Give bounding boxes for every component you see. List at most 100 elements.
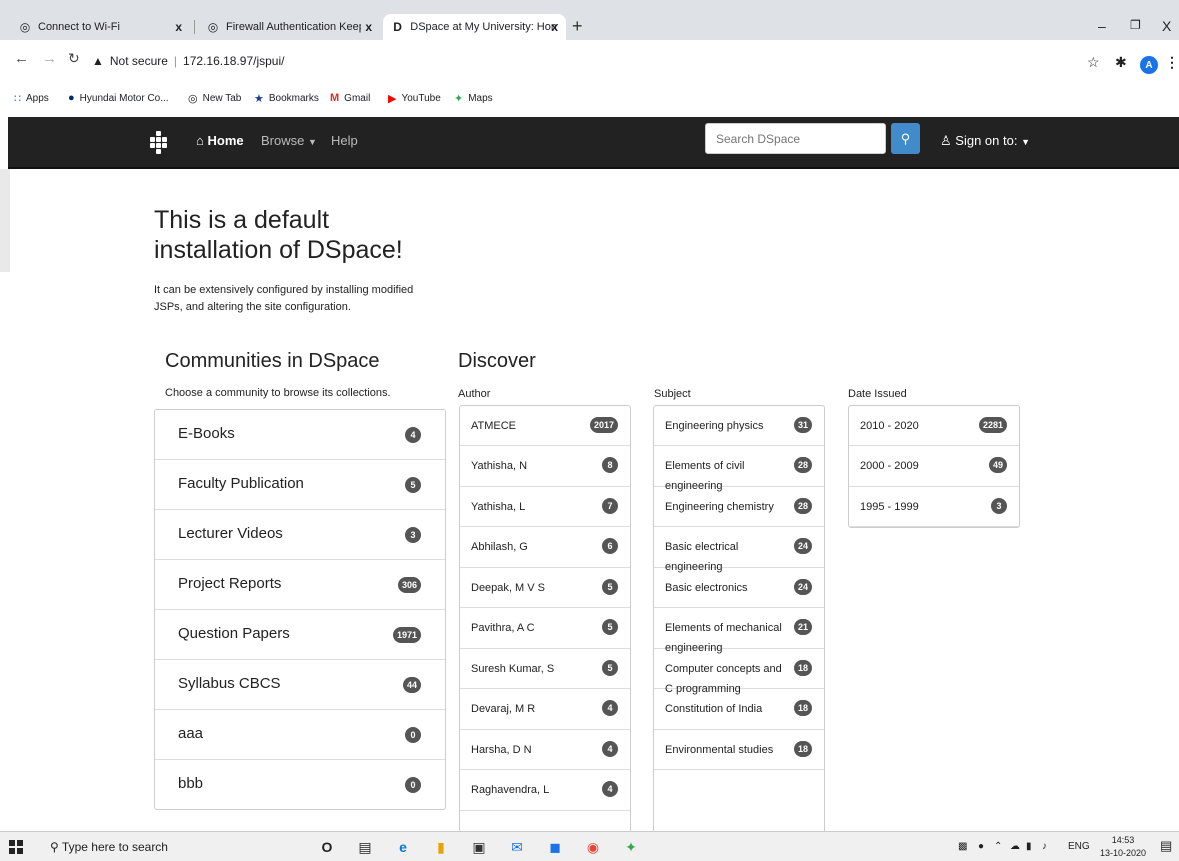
notifications-icon[interactable]: ▤ xyxy=(1160,838,1172,854)
bookmark-hyundai[interactable]: ● Hyundai Motor Co... xyxy=(68,92,169,104)
bookmark-maps[interactable]: ✦ Maps xyxy=(454,92,493,105)
subject-facet-item[interactable]: Elements of mechanical engineering 21 xyxy=(654,608,824,654)
bookmark-star-icon[interactable]: ☆ xyxy=(1087,54,1100,71)
author-facet-label: Harsha, D N xyxy=(471,744,532,756)
subject-facet-item[interactable]: Environmental studies 18 xyxy=(654,730,824,770)
minimize-icon[interactable]: – xyxy=(1098,18,1106,34)
taskbar-search[interactable]: ⚲ Type here to search xyxy=(50,840,168,854)
network-icon[interactable]: ▩ xyxy=(958,841,967,852)
dspace-logo-icon[interactable] xyxy=(148,131,170,154)
menu-kebab-icon[interactable]: ⋮ xyxy=(1165,54,1179,71)
author-facet-item[interactable]: Harsha, D N 4 xyxy=(460,730,630,770)
new-tab-button[interactable]: + xyxy=(572,16,583,37)
community-item[interactable]: Lecturer Videos 3 xyxy=(155,510,445,560)
store-icon[interactable]: ▣ xyxy=(470,839,488,855)
tab-connect-wifi[interactable]: ◎ Connect to Wi-Fi x xyxy=(10,14,190,40)
author-facet-item[interactable]: Pavithra, A C 5 xyxy=(460,608,630,649)
subject-facet-label: Constitution of India xyxy=(665,703,763,715)
restore-icon[interactable]: ❐ xyxy=(1130,18,1141,32)
community-item[interactable]: bbb 0 xyxy=(155,760,445,810)
count-badge: 7 xyxy=(602,498,618,514)
tray-chevron-icon[interactable]: ⌃ xyxy=(994,841,1002,852)
date-facet-item[interactable]: 2010 - 2020 2281 xyxy=(849,406,1019,446)
page-title-line: installation of DSpace! xyxy=(154,236,403,264)
community-item[interactable]: Faculty Publication 5 xyxy=(155,460,445,510)
search-input[interactable] xyxy=(705,123,886,154)
subject-facet-item[interactable]: Engineering chemistry 28 xyxy=(654,487,824,527)
window-close-icon[interactable]: X xyxy=(1162,18,1171,34)
author-facet-item[interactable]: Suresh Kumar, S 5 xyxy=(460,649,630,689)
cloud-icon[interactable]: ☁ xyxy=(1010,841,1020,852)
forward-icon[interactable]: → xyxy=(42,50,57,67)
community-item[interactable]: Project Reports 306 xyxy=(155,560,445,610)
bookmark-apps[interactable]: ∷ Apps xyxy=(14,92,49,105)
apps-grid-icon: ∷ xyxy=(14,93,21,105)
profile-avatar[interactable]: A xyxy=(1140,56,1158,74)
windows-start-icon[interactable] xyxy=(9,840,23,854)
nav-home-link[interactable]: ⌂ Home xyxy=(196,133,244,148)
app-icon[interactable]: ◼ xyxy=(546,839,564,855)
tab-dspace-home[interactable]: D DSpace at My University: Home x xyxy=(383,14,566,40)
bookmark-youtube[interactable]: ▶ YouTube xyxy=(388,92,441,105)
back-icon[interactable]: ← xyxy=(14,50,29,67)
bookmark-gmail[interactable]: M Gmail xyxy=(330,92,370,104)
maps-app-icon[interactable]: ✦ xyxy=(622,839,640,855)
community-item[interactable]: Question Papers 1971 xyxy=(155,610,445,660)
date-facet-item[interactable]: 1995 - 1999 3 xyxy=(849,487,1019,527)
count-badge: 0 xyxy=(405,727,421,743)
bookmark-label: Gmail xyxy=(344,92,371,104)
subject-facet-item[interactable]: Elements of civil engineering 28 xyxy=(654,446,824,492)
bookmark-new-tab[interactable]: ◎ New Tab xyxy=(188,92,241,105)
bookmark-label: Maps xyxy=(468,93,493,104)
tab-close-icon[interactable]: x xyxy=(175,20,182,34)
count-badge: 4 xyxy=(405,427,421,443)
author-facet-item[interactable]: Abhilash, G 6 xyxy=(460,527,630,568)
author-facet-item[interactable]: ATMECE 2017 xyxy=(460,406,630,446)
subject-facet-item[interactable]: Basic electronics 24 xyxy=(654,568,824,608)
maps-icon: ✦ xyxy=(454,93,464,105)
chrome-icon[interactable]: ◉ xyxy=(584,839,602,855)
page-title-line: This is a default xyxy=(154,206,330,234)
author-facet-item[interactable]: Yathisha, N 8 xyxy=(460,446,630,487)
tray-app-icon[interactable]: ● xyxy=(978,841,984,852)
intro-text: It can be extensively configured by inst… xyxy=(154,282,424,316)
nav-browse-dropdown[interactable]: Browse ▼ xyxy=(261,133,317,148)
community-item[interactable]: E-Books 4 xyxy=(155,410,445,460)
community-label: E-Books xyxy=(178,425,235,442)
community-item[interactable]: aaa 0 xyxy=(155,710,445,760)
tab-close-icon[interactable]: x xyxy=(365,20,372,34)
subject-facet-item[interactable]: Constitution of India 18 xyxy=(654,689,824,730)
task-view-icon[interactable]: ▤ xyxy=(356,839,374,855)
taskbar-clock[interactable]: 14:53 13-10-2020 xyxy=(1100,834,1146,860)
author-facet-item[interactable]: Yathisha, L 7 xyxy=(460,487,630,527)
tab-firewall-auth[interactable]: ◎ Firewall Authentication Keepalive x xyxy=(198,14,380,40)
address-field[interactable]: ▲ Not secure | 172.16.18.97/jspui/ xyxy=(92,54,284,68)
tab-close-icon[interactable]: x xyxy=(551,20,558,34)
file-explorer-icon[interactable]: ▮ xyxy=(432,839,450,855)
sign-on-dropdown[interactable]: ♙ Sign on to: ▼ xyxy=(940,133,1030,149)
nav-help-link[interactable]: Help xyxy=(331,133,358,148)
date-facet-item[interactable]: 2000 - 2009 49 xyxy=(849,446,1019,487)
author-facet-item[interactable]: Deepak, M V S 5 xyxy=(460,568,630,608)
reload-icon[interactable]: ↻ xyxy=(68,50,80,67)
star-icon: ★ xyxy=(254,93,264,105)
discover-heading: Discover xyxy=(458,350,536,372)
subject-facet-item[interactable]: Computer concepts and C programming 18 xyxy=(654,649,824,695)
cortana-icon[interactable]: O xyxy=(318,839,336,855)
battery-icon[interactable]: ▮ xyxy=(1026,841,1032,852)
subject-facet-item[interactable]: Basic electrical engineering 24 xyxy=(654,527,824,573)
count-badge: 0 xyxy=(405,777,421,793)
author-facet-item[interactable]: Raghavendra, L 4 xyxy=(460,770,630,811)
author-facet-list: ATMECE 2017 Yathisha, N 8 Yathisha, L 7 Abhila… xyxy=(459,405,631,835)
extensions-icon[interactable]: ✱ xyxy=(1115,54,1127,71)
mail-icon[interactable]: ✉ xyxy=(508,839,526,855)
subject-facet-item[interactable]: Engineering physics 31 xyxy=(654,406,824,446)
author-facet-item[interactable]: Devaraj, M R 4 xyxy=(460,689,630,730)
volume-icon[interactable]: ♪ xyxy=(1042,841,1047,852)
edge-browser-icon[interactable]: e xyxy=(394,839,412,855)
community-label: bbb xyxy=(178,775,204,792)
community-item[interactable]: Syllabus CBCS 44 xyxy=(155,660,445,710)
search-button[interactable]: ⚲ xyxy=(891,123,920,154)
bookmark-bookmarks[interactable]: ★ Bookmarks xyxy=(254,92,319,105)
language-indicator[interactable]: ENG xyxy=(1068,841,1090,852)
